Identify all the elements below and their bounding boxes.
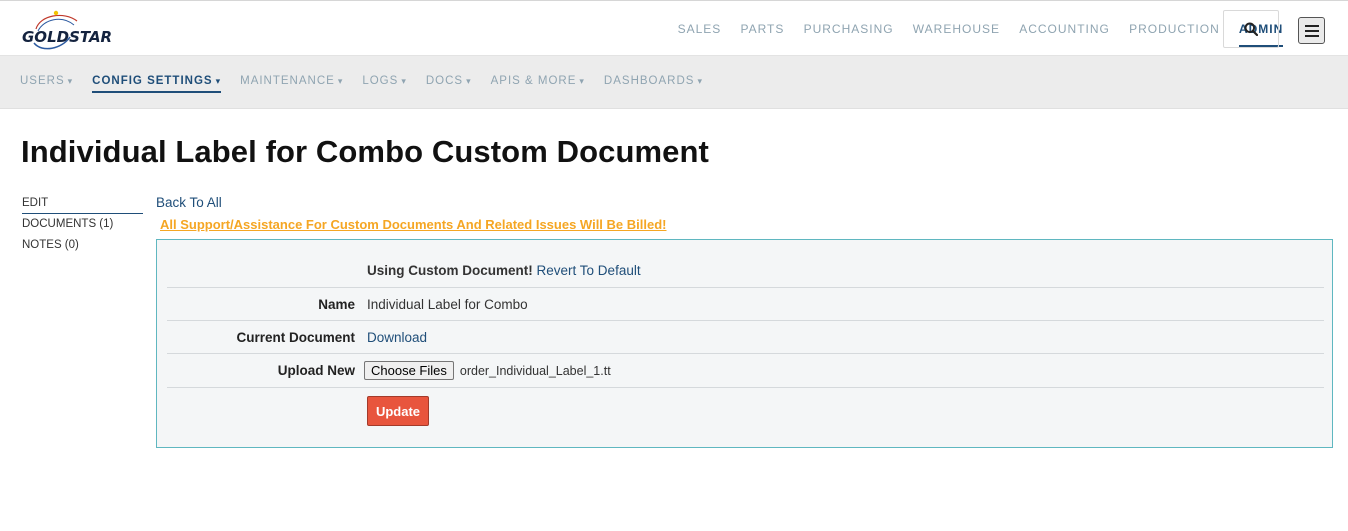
status-value: Using Custom Document! Revert To Default xyxy=(367,263,641,278)
name-label: Name xyxy=(318,296,355,312)
hamburger-menu-icon xyxy=(1304,24,1319,27)
nav-sales[interactable]: SALES xyxy=(678,18,722,40)
name-row: Name Individual Label for Combo xyxy=(167,288,1324,321)
subnav-label: USERS xyxy=(20,75,65,87)
subnav-label: LOGS xyxy=(362,75,399,87)
main-nav: SALES PARTS PURCHASING WAREHOUSE ACCOUNT… xyxy=(668,1,1293,57)
selected-file-name: order_Individual_Label_1.tt xyxy=(459,363,611,378)
subnav-maintenance[interactable]: MAINTENANCE ▾ xyxy=(240,75,343,87)
current-document-label: Current Document xyxy=(236,329,355,345)
subnav-label: DOCS xyxy=(425,75,464,87)
back-to-all-link[interactable]: Back To All xyxy=(156,195,222,210)
nav-production[interactable]: PRODUCTION xyxy=(1129,18,1220,40)
chevron-down-icon: ▾ xyxy=(67,76,74,86)
side-item-documents[interactable]: DOCUMENTS (1) xyxy=(22,217,143,238)
page-title: Individual Label for Combo Custom Docume… xyxy=(21,134,709,169)
nav-parts[interactable]: PARTS xyxy=(740,18,784,40)
hamburger-menu-button[interactable] xyxy=(1298,17,1325,44)
hamburger-line xyxy=(1304,29,1319,32)
side-item-notes[interactable]: NOTES (0) xyxy=(22,238,143,259)
choose-files-button[interactable]: Choose Files xyxy=(364,361,454,380)
chevron-down-icon: ▾ xyxy=(697,76,703,86)
update-button[interactable]: Update xyxy=(367,396,429,426)
subnav-config-settings[interactable]: CONFIG SETTINGS ▾ xyxy=(92,75,222,93)
subnav-users[interactable]: USERS ▾ xyxy=(20,75,73,87)
brand-name: GOLDSTAR xyxy=(22,28,113,46)
upload-row: Upload New Choose Files order_Individual… xyxy=(167,354,1324,388)
subnav-label: CONFIG SETTINGS xyxy=(92,75,213,87)
subnav-label: MAINTENANCE xyxy=(240,75,335,87)
sub-nav: USERS ▾ CONFIG SETTINGS ▾ MAINTENANCE ▾ LOG… xyxy=(0,56,1348,109)
name-value: Individual Label for Combo xyxy=(367,296,528,312)
download-link[interactable]: Download xyxy=(367,330,427,345)
upload-new-label: Upload New xyxy=(277,363,355,378)
revert-to-default-link[interactable]: Revert To Default xyxy=(537,263,641,278)
search-icon xyxy=(1244,22,1258,36)
subnav-label: APIS & MORE xyxy=(490,75,577,87)
nav-accounting[interactable]: ACCOUNTING xyxy=(1019,18,1110,40)
subnav-apis-more[interactable]: APIS & MORE ▾ xyxy=(491,75,585,87)
subnav-docs[interactable]: DOCS ▾ xyxy=(426,75,472,87)
status-row: Using Custom Document! Revert To Default xyxy=(167,253,1324,288)
top-header: GOLDSTAR SALES PARTS PURCHASING WAREHOUS… xyxy=(0,0,1348,56)
chevron-down-icon: ▾ xyxy=(579,76,585,86)
custom-document-form: Using Custom Document! Revert To Default… xyxy=(156,239,1333,448)
subnav-label: DASHBOARDS xyxy=(603,75,695,87)
current-document-row: Current Document Download xyxy=(167,321,1324,354)
subnav-logs[interactable]: LOGS ▾ xyxy=(362,75,407,87)
side-item-edit[interactable]: EDIT xyxy=(22,196,143,214)
subnav-dashboards[interactable]: DASHBOARDS ▾ xyxy=(604,75,703,87)
nav-warehouse[interactable]: WAREHOUSE xyxy=(913,18,1000,40)
using-custom-document-label: Using Custom Document! xyxy=(367,262,533,278)
side-menu: EDIT DOCUMENTS (1) NOTES (0) xyxy=(22,196,143,259)
billing-warning-link[interactable]: All Support/Assistance For Custom Docume… xyxy=(160,217,667,232)
chevron-down-icon: ▾ xyxy=(215,76,222,86)
chevron-down-icon: ▾ xyxy=(466,76,472,86)
chevron-down-icon: ▾ xyxy=(337,76,344,86)
hamburger-line xyxy=(1304,34,1319,37)
search-button[interactable] xyxy=(1223,10,1279,48)
chevron-down-icon: ▾ xyxy=(401,76,407,86)
goldstar-logo[interactable]: GOLDSTAR xyxy=(22,9,112,51)
nav-purchasing[interactable]: PURCHASING xyxy=(804,18,894,40)
